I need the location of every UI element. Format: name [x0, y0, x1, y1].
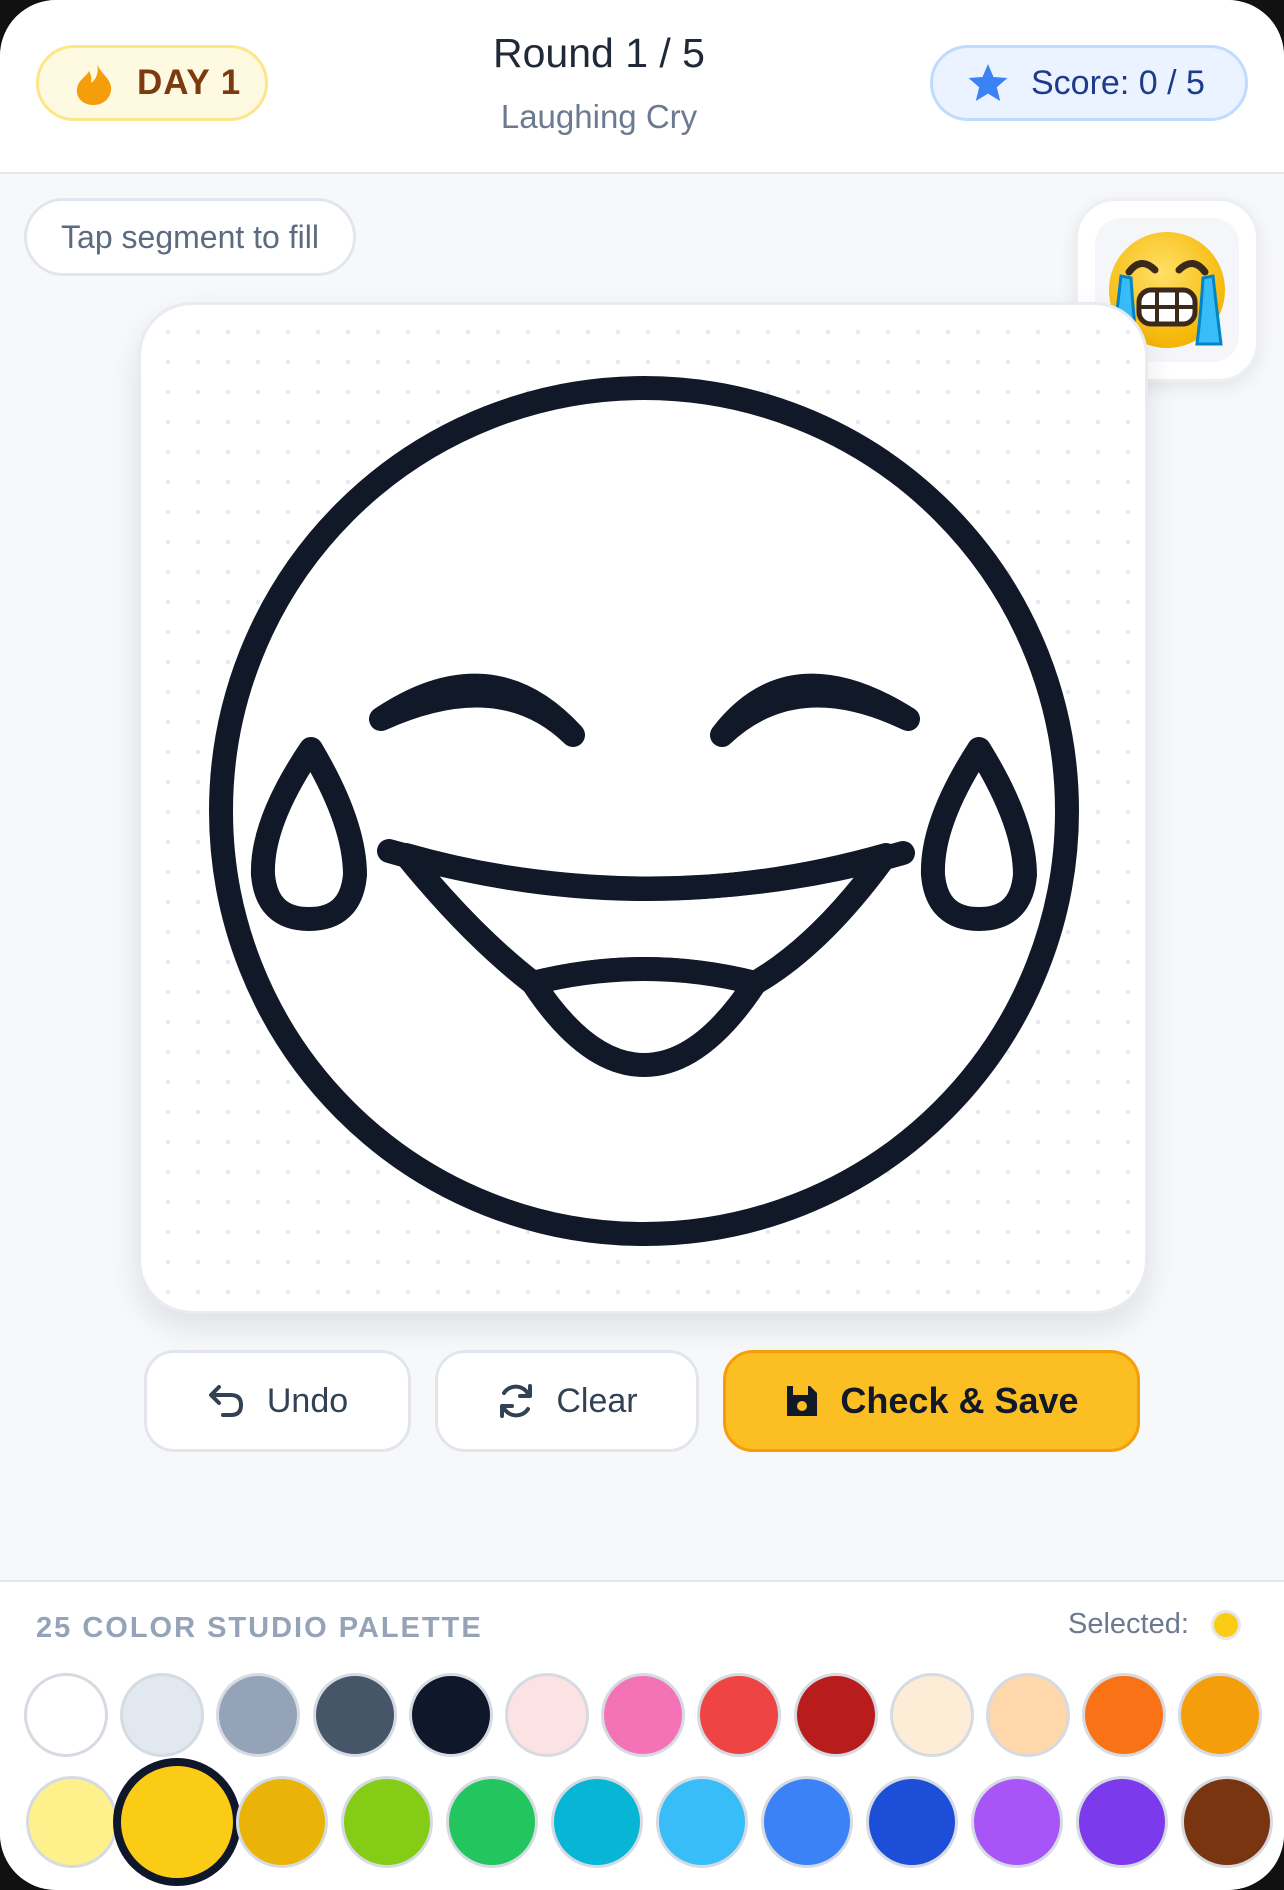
color-swatch[interactable]: [341, 1776, 433, 1868]
selected-indicator: Selected:: [1068, 1608, 1241, 1641]
color-swatch[interactable]: [1178, 1673, 1263, 1757]
color-swatch[interactable]: [656, 1776, 748, 1868]
clear-button[interactable]: Clear: [435, 1350, 699, 1452]
selected-color-dot: [1210, 1609, 1241, 1640]
color-swatch[interactable]: [601, 1673, 686, 1757]
selected-label: Selected:: [1068, 1608, 1189, 1640]
color-swatch[interactable]: [236, 1776, 328, 1868]
score-label: Score: 0 / 5: [1031, 63, 1205, 102]
color-swatch[interactable]: [120, 1673, 205, 1757]
top-bar: DAY 1 Round 1 / 5 Laughing Cry Score: 0 …: [0, 0, 1284, 174]
color-swatch[interactable]: [866, 1776, 958, 1868]
star-icon: [968, 64, 1008, 101]
color-swatch[interactable]: [793, 1673, 878, 1757]
emoji-outline[interactable]: [141, 305, 1145, 1311]
score-badge: Score: 0 / 5: [930, 45, 1248, 121]
color-swatch[interactable]: [505, 1673, 589, 1757]
color-swatch[interactable]: [1181, 1776, 1273, 1868]
save-icon: [787, 1386, 818, 1416]
color-swatch[interactable]: [889, 1673, 974, 1757]
color-swatch[interactable]: [551, 1776, 643, 1868]
coloring-canvas[interactable]: [138, 302, 1148, 1314]
color-swatch[interactable]: [24, 1673, 108, 1757]
color-swatch[interactable]: [216, 1673, 301, 1757]
undo-icon: [208, 1385, 243, 1417]
color-swatch[interactable]: [761, 1776, 853, 1868]
color-swatch[interactable]: [697, 1673, 782, 1757]
refresh-icon: [500, 1384, 533, 1418]
color-swatch[interactable]: [971, 1776, 1063, 1868]
round-indicator: Round 1 / 5: [493, 30, 705, 76]
check-save-button[interactable]: Check & Save: [723, 1350, 1140, 1452]
save-label: Check & Save: [840, 1380, 1079, 1421]
color-swatch[interactable]: [408, 1673, 493, 1757]
palette-title: 25 COLOR STUDIO PALETTE: [36, 1612, 483, 1644]
color-swatch[interactable]: [1082, 1673, 1167, 1757]
color-palette: 25 COLOR STUDIO PALETTE Selected:: [0, 1580, 1284, 1890]
color-swatch[interactable]: [26, 1776, 118, 1868]
emoji-name: Laughing Cry: [500, 98, 698, 135]
color-swatch[interactable]: [986, 1673, 1070, 1757]
color-swatch[interactable]: [446, 1776, 538, 1868]
color-swatch[interactable]: [1076, 1776, 1168, 1868]
color-swatch[interactable]: [312, 1673, 397, 1757]
app-screen: DAY 1 Round 1 / 5 Laughing Cry Score: 0 …: [0, 0, 1284, 1890]
undo-label: Undo: [266, 1381, 349, 1420]
flame-icon: [76, 63, 112, 105]
clear-label: Clear: [556, 1381, 638, 1420]
undo-button[interactable]: Undo: [144, 1350, 411, 1452]
tap-hint: Tap segment to fill: [24, 198, 356, 276]
color-swatch[interactable]: [113, 1758, 241, 1886]
day-label: DAY 1: [137, 63, 242, 102]
day-streak-badge: DAY 1: [36, 45, 268, 121]
